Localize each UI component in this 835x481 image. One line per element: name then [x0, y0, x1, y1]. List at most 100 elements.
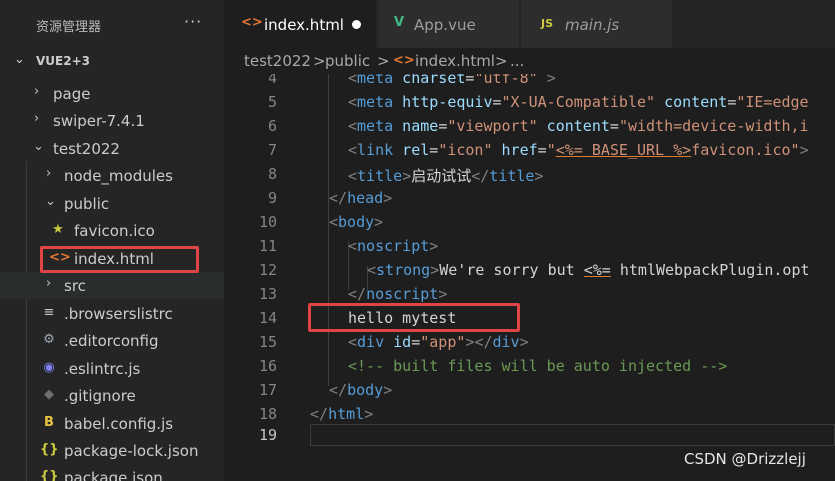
chevron-down-icon: ⌄ [45, 194, 56, 209]
code-line-10: 10 <body> [224, 211, 835, 235]
tree-item-node-modules[interactable]: › node_modules [0, 162, 224, 189]
tab-main-js[interactable]: JS main.js [521, 0, 673, 48]
breadcrumb-separator: > [377, 52, 390, 70]
code-line-13: 13 </noscript> [224, 283, 835, 307]
tab-label: main.js [565, 16, 620, 34]
code-line-19: 19 [224, 424, 835, 448]
code-line-14: 14 hello mytest [224, 307, 835, 331]
tree-item-swiper[interactable]: › swiper-7.4.1 [0, 107, 224, 134]
tree-item-editorconfig[interactable]: ⚙ .editorconfig [0, 327, 224, 354]
watermark: CSDN @Drizzlejj [684, 450, 806, 468]
json-icon: {} [40, 442, 59, 457]
line-number: 12 [258, 261, 277, 279]
tree-item-package-json[interactable]: {} package.json [0, 464, 224, 481]
line-number: 9 [267, 189, 277, 207]
line-number: 8 [267, 165, 277, 183]
tree-item-src[interactable]: › src [0, 272, 224, 299]
line-number: 14 [258, 309, 277, 327]
html-icon: <> [393, 53, 415, 68]
json-icon: {} [40, 469, 59, 481]
tree-item-label: node_modules [64, 167, 173, 185]
html-icon: <> [49, 250, 71, 265]
code-editor[interactable]: 4 <meta charset="utf-8" > 5 <meta http-e… [224, 74, 835, 481]
tab-label: index.html [264, 16, 344, 34]
project-label: VUE2+3 [36, 54, 90, 68]
tree-item-test2022[interactable]: ⌄ test2022 [0, 135, 224, 162]
code-line-11: 11 <noscript> [224, 235, 835, 259]
tree-item-label: .browserslistrc [64, 305, 173, 323]
tree-item-label: swiper-7.4.1 [53, 112, 145, 130]
star-icon: ★ [52, 222, 64, 237]
tree-item-label: package.json [64, 469, 163, 481]
line-number: 18 [258, 405, 277, 423]
tree-item-label: test2022 [53, 140, 120, 158]
line-number: 13 [258, 285, 277, 303]
code-line-16: 16 <!-- built files will be auto injecte… [224, 355, 835, 379]
breadcrumb-public[interactable]: public [325, 52, 370, 70]
explorer-title: 资源管理器 [36, 20, 102, 35]
breadcrumb: test2022 > public > <> index.html > ... [224, 48, 835, 74]
line-number: 19 [258, 426, 277, 444]
tree-item-public[interactable]: ⌄ public [0, 190, 224, 217]
chevron-down-icon: ⌄ [33, 139, 44, 154]
tree-item-browserslistrc[interactable]: ≡ .browserslistrc [0, 300, 224, 327]
code-line-6: 6 <meta name="viewport" content="width=d… [224, 115, 835, 139]
tree-item-label: .editorconfig [64, 332, 159, 350]
babel-icon: B [44, 415, 54, 430]
tree-item-label: favicon.ico [74, 222, 155, 240]
explorer-sidebar: 资源管理器 ··· ⌄ VUE2+3 › page › swiper-7.4.1… [0, 0, 224, 481]
breadcrumb-separator: > [313, 52, 326, 70]
chevron-right-icon: › [46, 166, 52, 181]
unsaved-dot-icon[interactable] [352, 20, 361, 29]
html-icon: <> [241, 15, 263, 30]
tree-item-label: src [64, 277, 86, 295]
tree-item-package-lock[interactable]: {} package-lock.json [0, 437, 224, 464]
tab-app-vue[interactable]: V App.vue [378, 0, 520, 48]
code-line-9: 9 </head> [224, 187, 835, 211]
line-number: 16 [258, 357, 277, 375]
line-number: 15 [258, 333, 277, 351]
line-number: 6 [267, 117, 277, 135]
chevron-right-icon: › [34, 84, 40, 99]
tree-item-index-html[interactable]: <> index.html [0, 245, 224, 272]
code-line-12: 12 <strong>We're sorry but <%= htmlWebpa… [224, 259, 835, 283]
git-icon: ◆ [44, 387, 54, 402]
chevron-right-icon: › [46, 276, 52, 291]
tree-item-eslintrc[interactable]: ◉ .eslintrc.js [0, 355, 224, 382]
code-line-7: 7 <link rel="icon" href="<%= BASE_URL %>… [224, 139, 835, 163]
chevron-down-icon: ⌄ [14, 52, 25, 67]
code-line-17: 17 </body> [224, 379, 835, 403]
code-line-15: 15 <div id="app"></div> [224, 331, 835, 355]
breadcrumb-index-html[interactable]: index.html [415, 52, 495, 70]
tree-item-label: index.html [74, 250, 154, 268]
line-number: 17 [258, 381, 277, 399]
tab-label: App.vue [414, 16, 476, 34]
breadcrumb-symbols[interactable]: ... [510, 52, 524, 70]
more-actions-icon[interactable]: ··· [184, 12, 202, 31]
tree-item-page[interactable]: › page [0, 80, 224, 107]
lines-icon: ≡ [43, 305, 55, 320]
js-icon: JS [541, 17, 554, 30]
code-line-8: 8 <title>启动试试</title> [224, 163, 835, 187]
line-number: 4 [267, 74, 277, 87]
tree-item-babel-config[interactable]: B babel.config.js [0, 410, 224, 437]
editor-tab-bar: <> index.html V App.vue JS main.js [224, 0, 835, 48]
line-number: 11 [258, 237, 277, 255]
tree-item-gitignore[interactable]: ◆ .gitignore [0, 382, 224, 409]
tree-item-label: page [53, 85, 91, 103]
tree-item-label: .gitignore [64, 387, 136, 405]
line-number: 7 [267, 141, 277, 159]
breadcrumb-separator: > [495, 52, 508, 70]
line-number: 10 [258, 213, 277, 231]
code-line-5: 5 <meta http-equiv="X-UA-Compatible" con… [224, 91, 835, 115]
tab-index-html[interactable]: <> index.html [224, 0, 377, 48]
vue-icon: V [394, 15, 405, 30]
tree-item-label: .eslintrc.js [64, 360, 141, 378]
project-folder[interactable]: ⌄ VUE2+3 [0, 50, 224, 74]
tree-item-label: babel.config.js [64, 415, 174, 433]
line-number: 5 [267, 93, 277, 111]
gear-icon: ⚙ [43, 332, 55, 347]
tree-item-favicon[interactable]: ★ favicon.ico [0, 217, 224, 244]
breadcrumb-test2022[interactable]: test2022 [244, 52, 311, 70]
code-line-4: 4 <meta charset="utf-8" > [224, 74, 835, 91]
